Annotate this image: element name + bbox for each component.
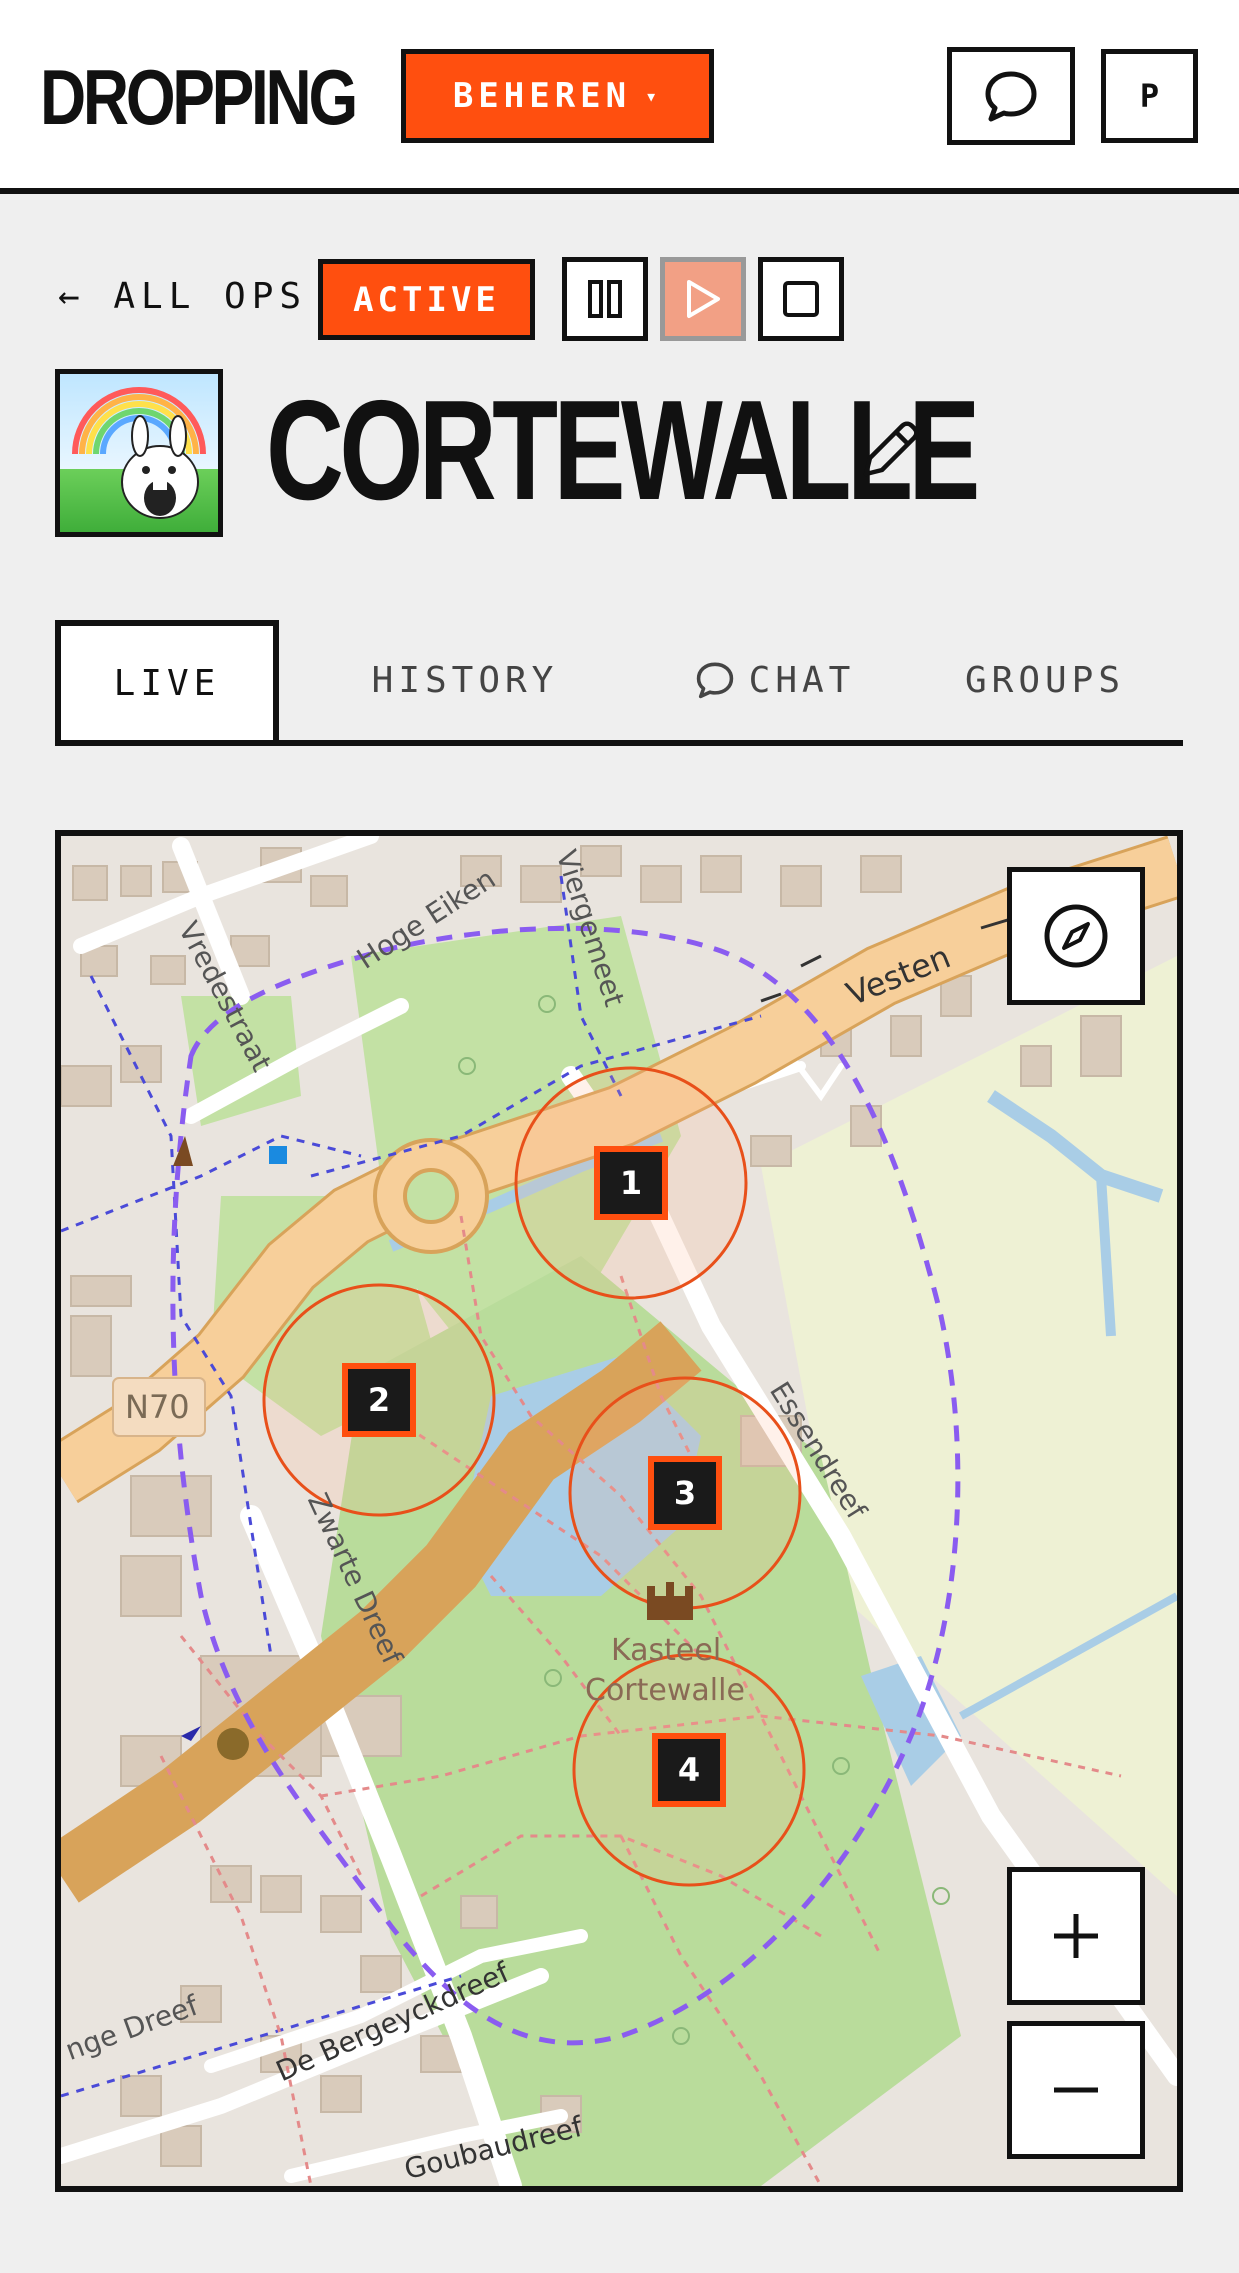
tab-label: LIVE: [113, 662, 221, 704]
op-avatar[interactable]: [55, 369, 223, 537]
pause-icon: [588, 280, 622, 318]
back-to-all-ops-link[interactable]: ← ALL OPS: [58, 276, 307, 317]
live-map[interactable]: Vredestraat Hoge Eiken Viergemeet Vesten…: [55, 830, 1183, 2192]
tab-groups[interactable]: GROUPS: [895, 620, 1195, 740]
status-badge: ACTIVE: [318, 259, 535, 340]
tab-bar: LIVE HISTORY CHAT GROUPS: [55, 620, 1183, 746]
zoom-in-button[interactable]: [1007, 1867, 1145, 2005]
profile-button[interactable]: P: [1101, 49, 1198, 143]
manage-dropdown-button[interactable]: BEHEREN ▾: [401, 49, 714, 143]
tab-live[interactable]: LIVE: [55, 620, 279, 740]
compass-icon: [1044, 904, 1108, 968]
drop-marker[interactable]: 1: [594, 1146, 668, 1220]
road-number-label: N70: [125, 1388, 190, 1426]
poi-label: Kasteel: [611, 1633, 722, 1668]
drop-marker[interactable]: 4: [652, 1733, 726, 1807]
minus-icon: [1054, 2087, 1098, 2093]
play-icon: [687, 280, 720, 318]
recenter-button[interactable]: [1007, 867, 1145, 1005]
chevron-down-icon: ▾: [645, 84, 663, 108]
play-button[interactable]: [660, 257, 746, 341]
pencil-icon: [863, 421, 919, 477]
manage-label: BEHEREN: [452, 76, 632, 116]
tab-chat[interactable]: CHAT: [615, 620, 935, 740]
tab-label: GROUPS: [964, 659, 1126, 701]
poi-label: Cortewalle: [585, 1673, 745, 1708]
drop-marker[interactable]: 3: [648, 1456, 722, 1530]
chat-bubble-icon: [696, 662, 733, 699]
chat-button[interactable]: [947, 47, 1075, 145]
edit-title-button[interactable]: [852, 416, 924, 488]
tab-label: CHAT: [748, 659, 856, 701]
top-bar: DROPPING BEHEREN ▾ P: [0, 0, 1239, 194]
plus-icon: [1054, 1914, 1098, 1958]
tab-label: HISTORY: [371, 659, 559, 701]
pause-button[interactable]: [562, 257, 648, 341]
zoom-out-button[interactable]: [1007, 2021, 1145, 2159]
chat-bubble-icon: [985, 71, 1037, 122]
stop-icon: [783, 281, 819, 317]
app-logo[interactable]: DROPPING: [40, 42, 358, 152]
drop-marker[interactable]: 2: [342, 1363, 416, 1437]
stop-button[interactable]: [758, 257, 844, 341]
tab-history[interactable]: HISTORY: [315, 620, 615, 740]
